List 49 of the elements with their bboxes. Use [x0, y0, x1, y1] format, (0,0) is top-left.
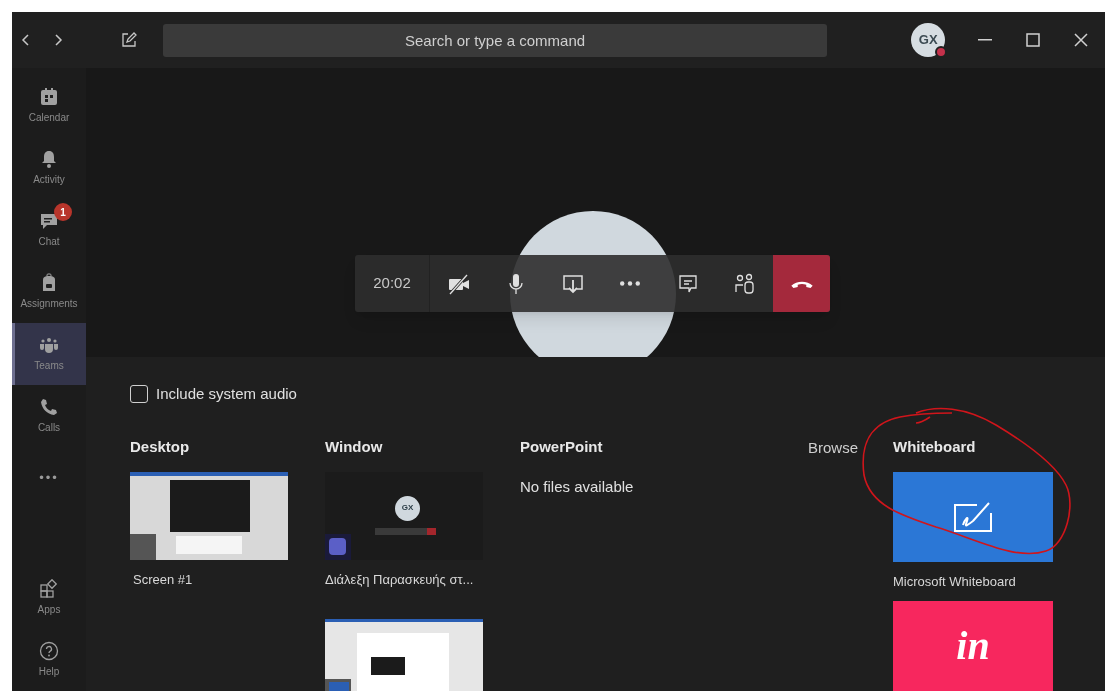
sidebar-item[interactable]: Calendar [12, 75, 86, 137]
apps-icon [39, 579, 59, 599]
close-icon [1074, 33, 1089, 47]
section-title: PowerPoint [520, 436, 604, 456]
section-title: Window [325, 436, 384, 456]
sidebar-item[interactable]: Assignments [12, 261, 86, 323]
teams-app-icon [325, 533, 351, 560]
avatar-initials: GX [401, 502, 414, 514]
app-tile[interactable]: in [893, 601, 1053, 691]
search-field[interactable]: Search or type a command [162, 23, 828, 57]
people-icon [732, 271, 757, 296]
call-timer: 20:02 [355, 255, 430, 312]
sidebar-item[interactable]: Help [12, 629, 86, 691]
more-icon [619, 281, 640, 286]
chat-icon [39, 211, 59, 231]
section-title: Desktop [130, 436, 191, 456]
maximize-icon [1026, 33, 1041, 47]
sidebar-item[interactable]: Chat 1 [12, 199, 86, 261]
notification-badge: 1 [54, 203, 72, 221]
chevron-right-icon [52, 33, 63, 47]
window-thumbnail[interactable]: GX [325, 471, 483, 560]
logo-text: in [956, 622, 990, 670]
thumbnail-label: Screen #1 [133, 570, 194, 589]
camera-off-icon [446, 271, 471, 296]
phone-icon [39, 397, 59, 417]
hang-up-button[interactable] [773, 255, 830, 312]
user-avatar[interactable]: GX [911, 23, 946, 57]
empty-message: No files available [520, 476, 635, 497]
sidebar-item[interactable]: Calls [12, 385, 86, 447]
whiteboard-pen-icon [953, 500, 993, 533]
sidebar-item[interactable]: Apps [12, 567, 86, 629]
calendar-icon [39, 87, 59, 107]
help-icon [39, 641, 59, 661]
sidebar-item[interactable]: Teams [12, 323, 86, 385]
whiteboard-tile[interactable] [893, 471, 1053, 562]
teams-icon [39, 335, 59, 355]
include-audio-checkbox[interactable]: Include system audio [130, 383, 297, 406]
sidebar-item[interactable]: ••• [12, 447, 86, 509]
chevron-left-icon [21, 33, 31, 47]
browse-link[interactable]: Browse [808, 437, 859, 458]
screen-thumbnail[interactable] [130, 471, 288, 560]
sidebar-item[interactable]: Activity [12, 137, 86, 199]
window-thumbnail[interactable] [325, 619, 483, 691]
hang-up-icon [790, 279, 813, 288]
thumbnail-label: Microsoft Whiteboard [893, 572, 1017, 591]
mini-call-toolbar [375, 527, 436, 535]
minimize-icon [978, 39, 993, 41]
section-title: Whiteboard [893, 436, 977, 456]
thumbnail-label: Διάλεξη Παρασκευής στ... [325, 570, 475, 589]
